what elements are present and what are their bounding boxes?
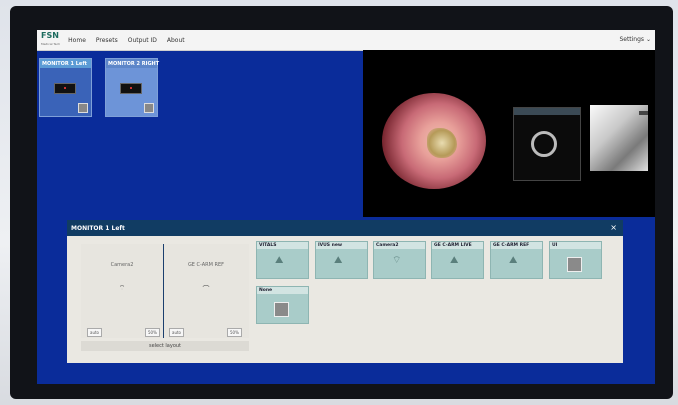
- dialog-title: MONITOR 1 Left: [71, 224, 125, 232]
- image-icon: ⛰: [450, 255, 459, 266]
- square-icon: [144, 103, 154, 113]
- size-button[interactable]: 50%: [227, 328, 242, 337]
- settings-label: Settings: [619, 36, 645, 43]
- source-tile-label: GE C-ARM REF: [491, 242, 542, 249]
- monitor-tile-left[interactable]: MONITOR 1 Left: [39, 58, 92, 117]
- select-layout-button[interactable]: select layout: [81, 341, 249, 351]
- nav-presets[interactable]: Presets: [96, 37, 118, 44]
- layout-left-source: Camera2: [110, 262, 134, 268]
- square-icon: [274, 302, 289, 317]
- source-tile-camera2[interactable]: Camera2 ⌔: [373, 241, 426, 279]
- monitor-output-preview: [363, 50, 655, 217]
- chevron-down-icon: ⌄: [645, 36, 651, 43]
- monitor-tile-label: MONITOR 1 Left: [40, 59, 91, 68]
- settings-menu[interactable]: Settings ⌄: [619, 36, 651, 43]
- dialog-header: MONITOR 1 Left ×: [67, 220, 623, 236]
- arm-icon: ⌒: [202, 285, 210, 293]
- nav-home[interactable]: Home: [68, 37, 86, 44]
- layout-right-source: GE C-ARM REF: [187, 262, 225, 268]
- source-tile-ui[interactable]: UI: [549, 241, 602, 279]
- source-tile-label: VITALS: [257, 242, 308, 249]
- endoscopy-feed: [382, 93, 486, 189]
- source-tile-label: Camera2: [374, 242, 425, 249]
- layout-divider[interactable]: [163, 244, 164, 338]
- ivus-feed: [513, 107, 581, 181]
- source-tile-label: IVUS new: [316, 242, 367, 249]
- monitor-config-dialog: MONITOR 1 Left × Camera2 ⌔ auto 50% GE C…: [67, 220, 623, 363]
- app-screen: FSN Medical Tech Home Presets Output ID …: [37, 30, 655, 384]
- monitor-tile-label: MONITOR 2 RIGHT: [106, 59, 160, 68]
- xray-feed: [590, 105, 648, 171]
- app-logo[interactable]: FSN Medical Tech: [41, 32, 60, 48]
- monitor-tile-right[interactable]: MONITOR 2 RIGHT: [105, 58, 160, 117]
- monitor-preview-icon: [120, 83, 142, 94]
- nav-output-id[interactable]: Output ID: [128, 37, 157, 44]
- camera-icon: ⌔: [392, 255, 402, 266]
- nav-about[interactable]: About: [167, 37, 185, 44]
- image-icon: ⛰: [275, 255, 284, 266]
- xray-tag: [639, 111, 648, 115]
- layout-preview: Camera2 ⌔ auto 50% GE C-ARM REF ⌒ auto 5…: [81, 244, 249, 338]
- source-tile-ge-c-arm-ref[interactable]: GE C-ARM REF ⛰: [490, 241, 543, 279]
- image-icon: ⛰: [509, 255, 518, 266]
- close-icon[interactable]: ×: [610, 223, 617, 232]
- source-tile-ivus-new[interactable]: IVUS new ⛰: [315, 241, 368, 279]
- logo-text: FSN: [41, 31, 59, 40]
- ivus-ring: [531, 131, 557, 157]
- source-tile-vitals[interactable]: VITALS ⛰: [256, 241, 309, 279]
- source-tile-label: None: [257, 287, 308, 294]
- image-icon: ⛰: [334, 255, 343, 266]
- monitor-preview-icon: [54, 83, 76, 94]
- square-icon: [78, 103, 88, 113]
- auto-button[interactable]: auto: [87, 328, 103, 337]
- size-button[interactable]: 50%: [145, 328, 160, 337]
- source-tile-none[interactable]: None: [256, 286, 309, 324]
- source-tile-label: GE C-ARM LIVE: [432, 242, 483, 249]
- source-tile-label: UI: [550, 242, 601, 249]
- camera-icon: ⌔: [118, 284, 126, 292]
- source-tile-ge-c-arm-live[interactable]: GE C-ARM LIVE ⛰: [431, 241, 484, 279]
- auto-button[interactable]: auto: [169, 328, 185, 337]
- ivus-toolbar: [514, 108, 580, 115]
- logo-subtext: Medical Tech: [41, 42, 61, 46]
- top-navbar: FSN Medical Tech Home Presets Output ID …: [37, 30, 655, 51]
- square-icon: [567, 257, 582, 272]
